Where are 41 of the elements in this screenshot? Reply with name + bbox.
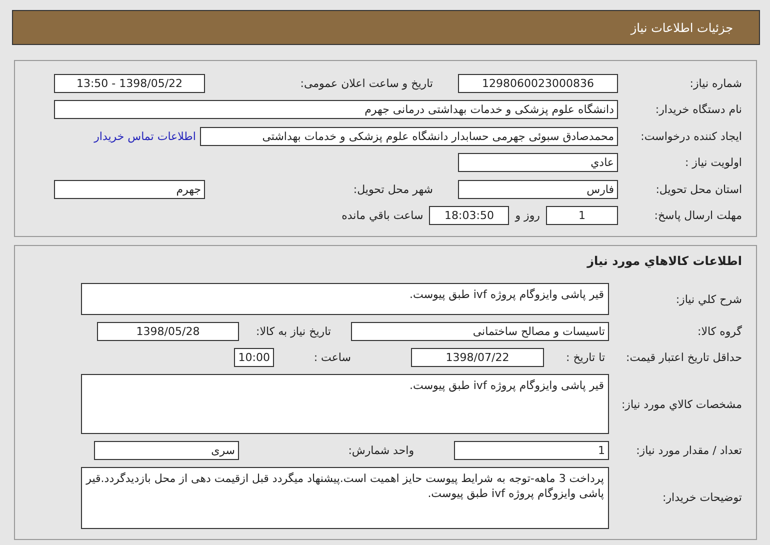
section-title: اطلاعات کالاهاي مورد نياز xyxy=(586,254,743,270)
field-label: شرح کلي نیاز: xyxy=(674,292,743,306)
buyer-contact-link[interactable]: اطلاعات تماس خریدار xyxy=(94,130,200,143)
unit-field: سری xyxy=(94,440,239,460)
page-title: جزئیات اطلاعات نیاز xyxy=(630,20,733,34)
time-remaining-field: 18:03:50 xyxy=(429,206,510,226)
buyer-name-field: دانشگاه علوم پزشکی و خدمات بهداشتی درمانی جهرم xyxy=(54,100,618,120)
validity-date-field: 1398/07/22 xyxy=(411,348,544,368)
field-label: توضیحات خریدار: xyxy=(662,491,743,504)
field-label: حداقل تاریخ اعتبار قیمت: xyxy=(625,351,743,364)
quantity-field: 1 xyxy=(454,440,609,460)
field-label: استان محل تحویل: xyxy=(654,182,743,196)
city-field: جهرم xyxy=(54,180,205,199)
field-label: ایجاد کننده درخواست: xyxy=(640,130,743,143)
field-label: مشخصات کالاي مورد نياز: xyxy=(620,398,743,410)
province-field: فارس xyxy=(458,180,618,199)
field-label: شهر محل تحویل: xyxy=(352,182,434,196)
field-label: مهلت ارسال پاسخ: xyxy=(653,209,743,222)
days-field: 1 xyxy=(546,206,618,226)
field-label: واحد شمارش: xyxy=(347,444,415,457)
creator-field: محمدصادق سبوئی جهرمی حسابدار دانشگاه علوم پزشکی و خدمات بهداشتی xyxy=(200,126,618,146)
field-label: تاریخ نیاز به کالا: xyxy=(255,324,332,338)
priority-field: عادي xyxy=(458,153,618,172)
days-label: روز و xyxy=(514,209,541,222)
time-remaining-label: ساعت باقي مانده xyxy=(340,209,424,222)
specs-box: قیر پاشی وایزوگام پروژه ivf طبق پیوست. xyxy=(81,374,609,434)
buyer-notes-box: پرداخت 3 ماهه-توجه به شرایط پیوست حایز اهمیت است.پیشنهاد میگردد قبل ازقیمت دهی از محل بازدیدگردد.قیر پاشی وایزوگام پروژه ivf طبق پیوست. xyxy=(81,466,609,528)
announce-date-field: 1398/05/22 - 13:50 xyxy=(54,74,205,93)
field-label: تعداد / مقدار مورد نیاز: xyxy=(635,444,743,457)
field-label: تا تاریخ : xyxy=(565,351,606,364)
field-label: تاریخ و ساعت اعلان عمومی: xyxy=(299,76,434,90)
field-label: ساعت : xyxy=(312,351,352,364)
field-label: اولویت نیاز : xyxy=(684,156,743,170)
description-box: قیر پاشی وایزوگام پروژه ivf طبق پیوست. xyxy=(81,283,609,315)
field-label: گروه کالا: xyxy=(696,324,743,338)
need-date-field: 1398/05/28 xyxy=(97,322,239,341)
validity-time-field: 10:00 xyxy=(234,348,274,368)
need-number-field: 1298060023000836 xyxy=(458,74,618,93)
field-label: نام دستگاه خریدار: xyxy=(654,103,743,116)
goods-group-field: تاسیسات و مصالح ساختمانی xyxy=(351,322,609,341)
field-label: شماره نیاز: xyxy=(688,76,743,90)
